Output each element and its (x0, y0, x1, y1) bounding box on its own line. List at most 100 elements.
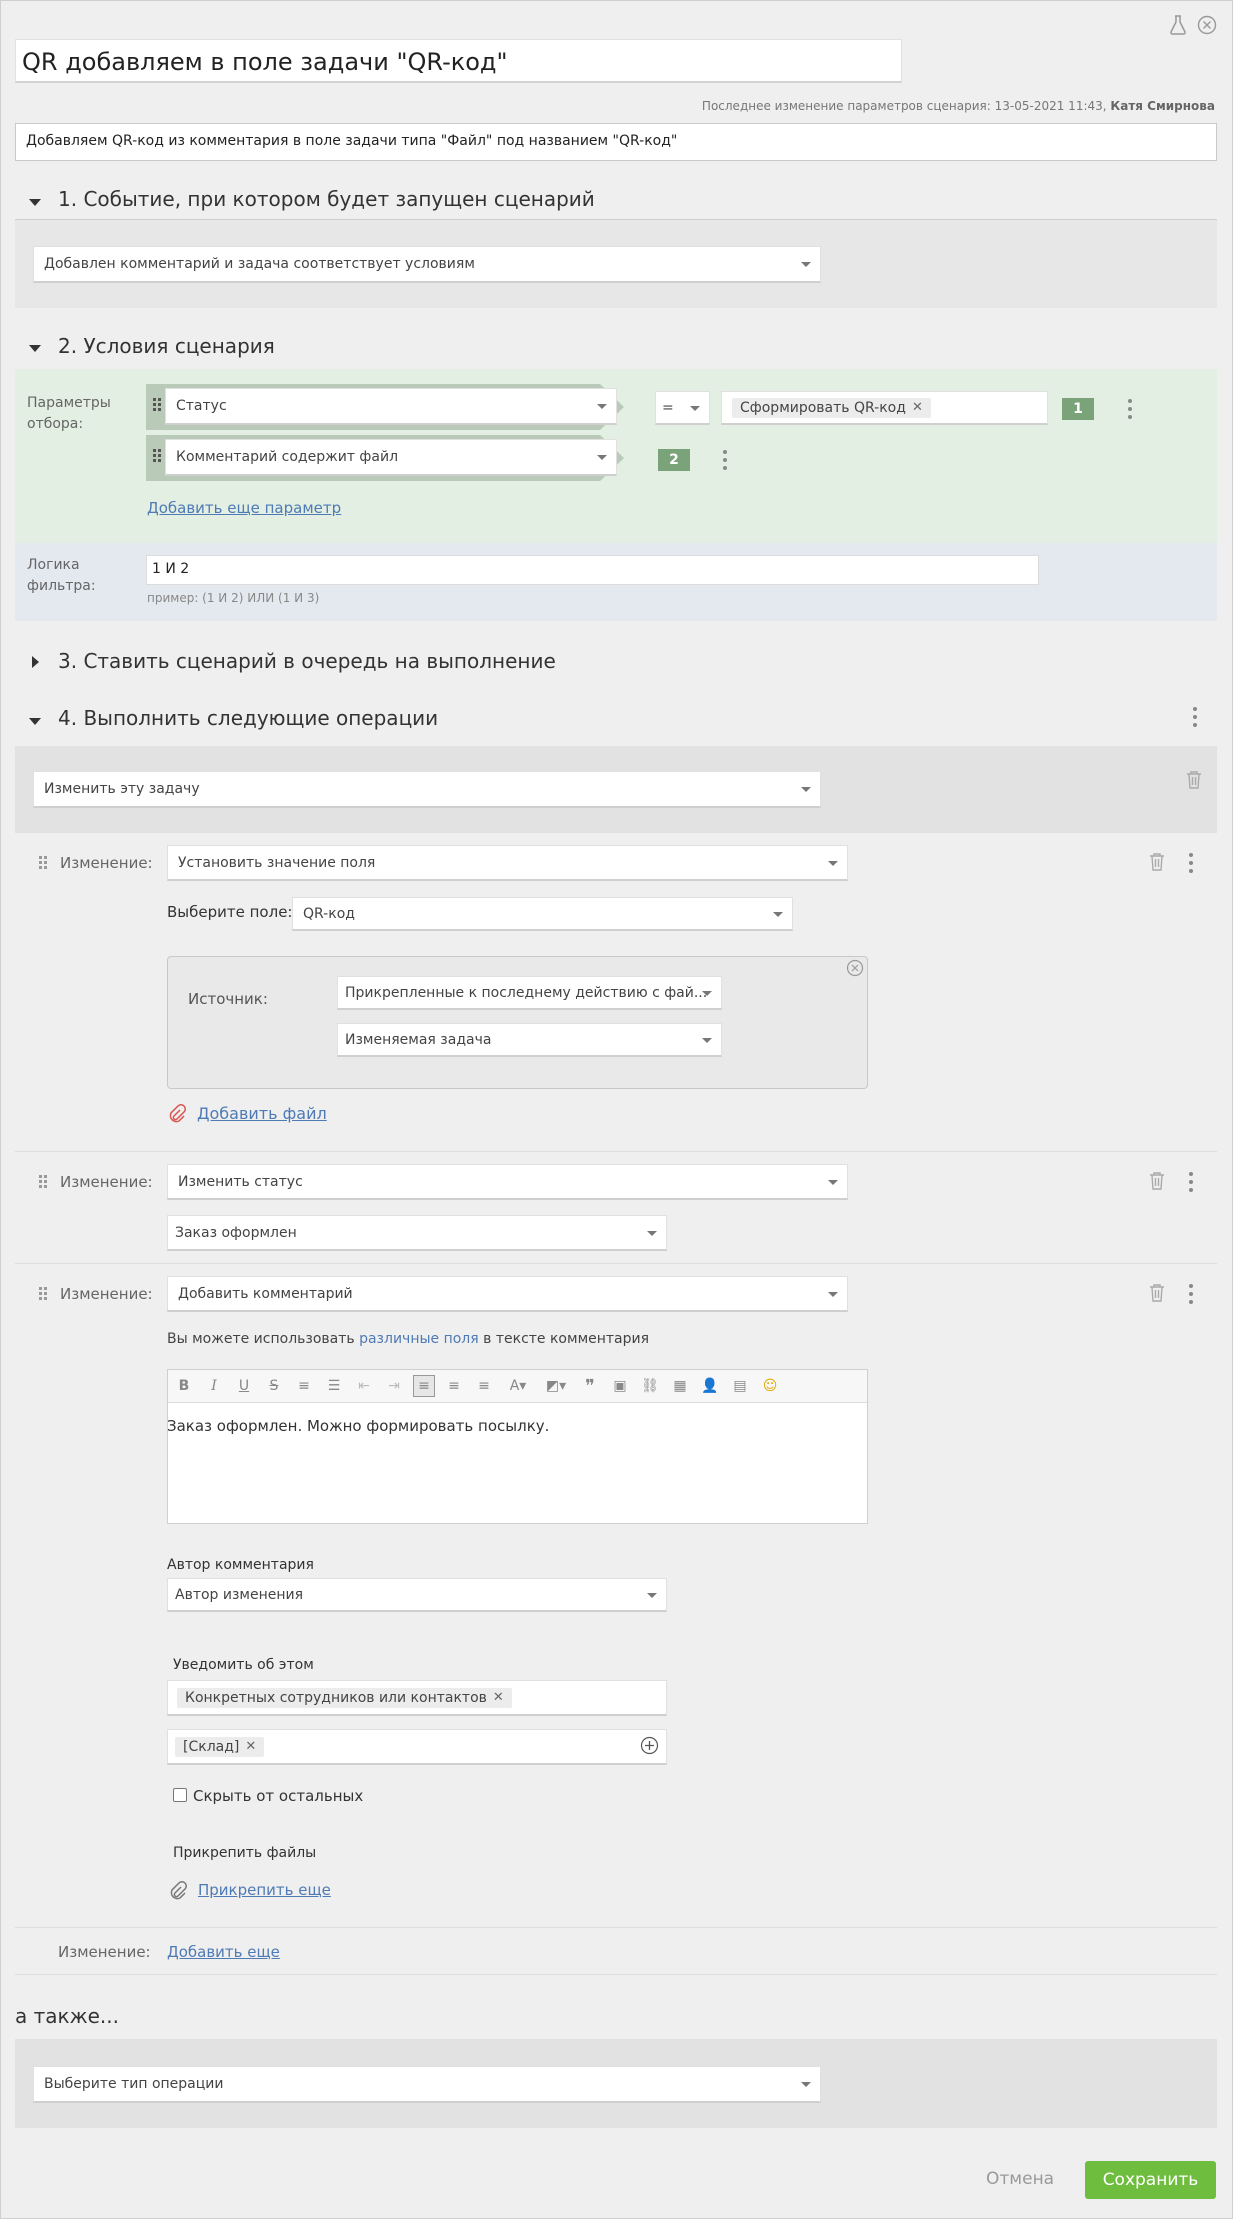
text-color-icon[interactable]: A▾ (503, 1375, 533, 1397)
logic-label: Логика фильтра: (27, 557, 96, 594)
author-select-value: Автор изменения (175, 1586, 304, 1603)
section2-collapse-icon[interactable] (29, 345, 41, 352)
change1-type-value: Установить значение поля (178, 854, 376, 871)
trash-icon[interactable] (1149, 852, 1165, 875)
bullet-list-icon[interactable]: ☰ (323, 1375, 345, 1397)
trash-icon[interactable] (1149, 1283, 1165, 1306)
section4-collapse-icon[interactable] (29, 718, 41, 725)
change2-type-select[interactable]: Изменить статус (167, 1164, 848, 1200)
condition-1-field-select[interactable]: Статус (165, 388, 617, 425)
condition-1-operator-select[interactable]: = (655, 391, 710, 425)
drag-handle-icon[interactable] (39, 1175, 47, 1188)
cancel-button[interactable]: Отмена (986, 2169, 1054, 2189)
recipient-tag: [Склад] ✕ (175, 1736, 265, 1757)
operation-target-select[interactable]: Изменить эту задачу (33, 771, 821, 808)
add-param-link[interactable]: Добавить еще параметр (147, 499, 341, 517)
recipients-input[interactable]: [Склад] ✕ (167, 1729, 667, 1765)
table-icon[interactable]: ▦ (669, 1375, 691, 1397)
condition-1-menu-icon[interactable] (1126, 399, 1134, 419)
section1-collapse-icon[interactable] (29, 199, 41, 206)
source-task-select[interactable]: Изменяемая задача (337, 1023, 722, 1057)
condition-2-menu-icon[interactable] (721, 450, 729, 470)
event-select-value: Добавлен комментарий и задача соответств… (44, 256, 475, 272)
chevron-down-icon (828, 1291, 838, 1297)
drag-handle-icon[interactable] (39, 1287, 47, 1300)
outdent-icon[interactable]: ⇤ (353, 1375, 375, 1397)
close-icon[interactable] (1197, 15, 1217, 35)
bg-color-icon[interactable]: ◩▾ (541, 1375, 571, 1397)
tag-remove-icon[interactable]: ✕ (912, 400, 923, 415)
section4-menu-icon[interactable] (1191, 707, 1199, 727)
scenario-description-input[interactable]: Добавляем QR-код из комментария в поле з… (15, 123, 1217, 161)
comment-text[interactable]: Заказ оформлен. Можно формировать посылк… (167, 1417, 549, 1435)
flask-icon[interactable] (1169, 15, 1187, 35)
align-center-icon[interactable]: ≡ (443, 1375, 465, 1397)
tag-remove-icon[interactable]: ✕ (245, 1739, 256, 1754)
change3-label: Изменение: (60, 1285, 153, 1303)
change2-menu-icon[interactable] (1187, 1172, 1195, 1192)
section4-title[interactable]: 4. Выполнить следующие операции (58, 706, 438, 730)
status-select[interactable]: Заказ оформлен (167, 1215, 667, 1251)
notify-select[interactable]: Конкретных сотрудников или контактов ✕ (167, 1680, 667, 1716)
drag-handle-icon[interactable] (153, 398, 161, 411)
drag-handle-icon[interactable] (39, 856, 47, 869)
event-select[interactable]: Добавлен комментарий и задача соответств… (33, 246, 821, 283)
condition-2-field-value: Комментарий содержит файл (176, 449, 399, 465)
align-right-icon[interactable]: ≡ (473, 1375, 495, 1397)
source-select[interactable]: Прикрепленные к последнему действию с фа… (337, 976, 722, 1010)
recipient-tag-label: [Склад] (183, 1738, 240, 1755)
align-left-icon[interactable]: ≡ (413, 1375, 435, 1397)
user-icon[interactable]: 👤 (699, 1375, 721, 1397)
section3-title[interactable]: 3. Ставить сценарий в очередь на выполне… (58, 649, 556, 673)
trash-icon[interactable] (1149, 1171, 1165, 1194)
strikethrough-icon[interactable]: S (263, 1375, 285, 1397)
change3-type-select[interactable]: Добавить комментарий (167, 1276, 848, 1312)
save-button[interactable]: Сохранить (1085, 2161, 1216, 2199)
scenario-title-input[interactable]: QR добавляем в поле задачи "QR-код" (15, 39, 902, 83)
hide-checkbox-label[interactable]: Скрыть от остальных (193, 1787, 363, 1805)
change-divider (15, 1263, 1217, 1264)
author-label: Автор комментария (167, 1557, 314, 1573)
change1-type-select[interactable]: Установить значение поля (167, 845, 848, 881)
underline-icon[interactable]: U (233, 1375, 255, 1397)
author-select[interactable]: Автор изменения (167, 1578, 667, 1612)
comment-hint: Вы можете использовать различные поля в … (167, 1331, 649, 1347)
chevron-down-icon (828, 1179, 838, 1185)
ordered-list-icon[interactable]: ≡ (293, 1375, 315, 1397)
condition-1-field-value: Статус (176, 398, 227, 414)
bold-icon[interactable]: B (173, 1375, 195, 1397)
tag-remove-icon[interactable]: ✕ (493, 1690, 504, 1705)
section3-expand-icon[interactable] (32, 656, 39, 668)
add-more-link[interactable]: Добавить еще (167, 1943, 280, 1961)
add-file-link[interactable]: Добавить файл (197, 1104, 327, 1123)
operation-type-select[interactable]: Выберите тип операции (33, 2066, 821, 2103)
logic-input[interactable]: 1 И 2 (146, 555, 1039, 585)
source-label: Источник: (188, 990, 268, 1008)
section1-title[interactable]: 1. Событие, при котором будет запущен сц… (58, 187, 595, 211)
indent-icon[interactable]: ⇥ (383, 1375, 405, 1397)
hide-checkbox[interactable] (173, 1788, 187, 1802)
notify-tag: Конкретных сотрудников или контактов ✕ (177, 1687, 512, 1708)
condition-2-number-badge: 2 (658, 449, 690, 471)
condition-2-field-select[interactable]: Комментарий содержит файл (165, 439, 617, 476)
fields-link[interactable]: различные поля (359, 1331, 479, 1347)
attach-more-link[interactable]: Прикрепить еще (198, 1881, 331, 1899)
add-recipient-icon[interactable] (640, 1736, 659, 1755)
source-remove-icon[interactable] (846, 959, 864, 977)
condition-1-value-input[interactable]: Сформировать QR-код ✕ (721, 391, 1048, 425)
quote-icon[interactable]: ❞ (579, 1375, 601, 1397)
image-icon[interactable]: ▣ (609, 1375, 631, 1397)
field-select[interactable]: QR-код (292, 897, 793, 931)
change1-menu-icon[interactable] (1187, 853, 1195, 873)
change3-menu-icon[interactable] (1187, 1284, 1195, 1304)
source-select-value: Прикрепленные к последнему действию с фа… (345, 984, 708, 1001)
italic-icon[interactable]: I (203, 1375, 225, 1397)
drag-handle-icon[interactable] (153, 449, 161, 462)
link-icon[interactable]: ⛓ (639, 1375, 661, 1397)
trash-icon[interactable] (1186, 770, 1202, 793)
chevron-down-icon (801, 2082, 811, 2087)
section2-title[interactable]: 2. Условия сценария (58, 334, 275, 358)
change3-type-value: Добавить комментарий (178, 1285, 353, 1302)
smiley-icon[interactable]: ☺ (759, 1375, 781, 1397)
document-icon[interactable]: ▤ (729, 1375, 751, 1397)
